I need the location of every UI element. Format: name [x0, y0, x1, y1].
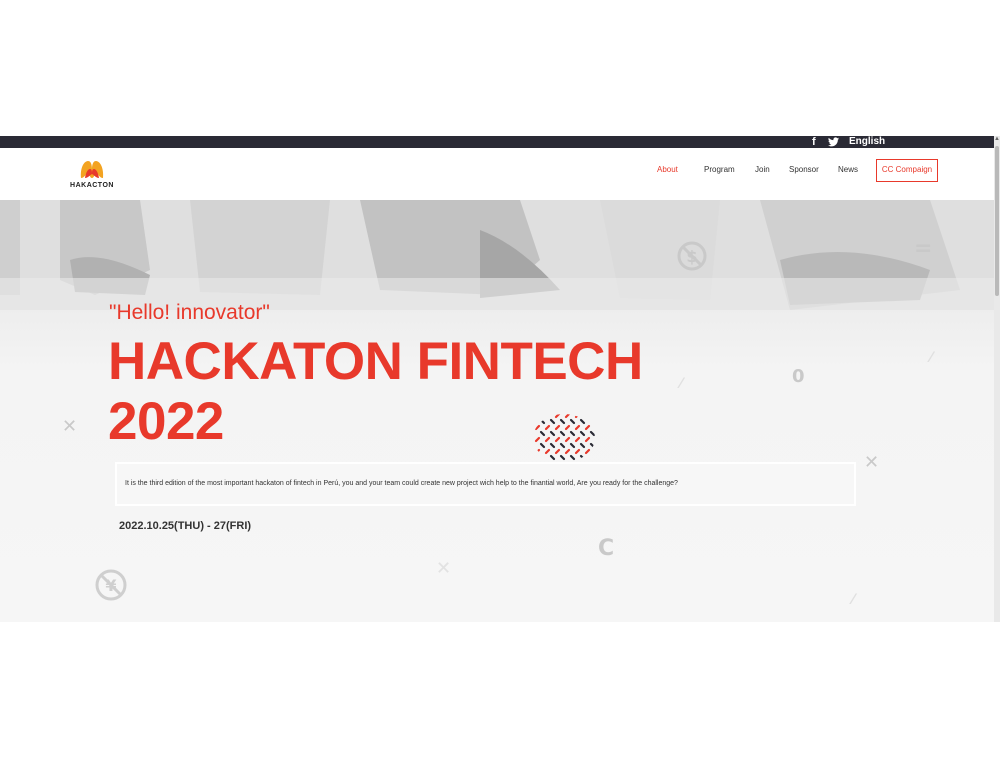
site-logo[interactable]: HAKACTON — [66, 158, 118, 196]
yen-coin-icon: ¥ — [95, 569, 127, 601]
language-selector[interactable]: English — [849, 136, 885, 148]
cc-campaign-button[interactable]: CC Compaign — [876, 159, 938, 182]
equals-decoration-icon: = — [914, 236, 933, 261]
scroll-up-icon[interactable]: ▲ — [994, 136, 1000, 142]
hero-title-line1: HACKATON FINTECH — [108, 332, 643, 391]
top-utility-bar: f English — [0, 136, 994, 148]
event-date: 2022.10.25(THU) - 27(FRI) — [119, 520, 252, 532]
zero-decoration-icon: 0 — [792, 366, 805, 387]
facebook-icon[interactable]: f — [812, 136, 816, 148]
nav-join[interactable]: Join — [755, 165, 770, 174]
dollar-coin-icon: $ — [677, 241, 707, 271]
hero-greeting: "Hello! innovator" — [109, 301, 270, 324]
description-box: It is the third edition of the most impo… — [115, 462, 856, 506]
twitter-icon[interactable] — [828, 136, 839, 148]
website-viewport: f English HAKACTON About Program Join Sp… — [0, 136, 994, 622]
slash-decoration-icon: ⁄ — [852, 592, 855, 608]
hero-section: $ ¥ = 0 C ✕ ✕ ✕ ⁄ ⁄ ⁄ "Hello! innovator"… — [0, 200, 994, 622]
description-text: It is the third edition of the most impo… — [125, 480, 678, 487]
x-decoration-icon: ✕ — [864, 452, 880, 473]
site-header: HAKACTON About Program Join Sponsor News… — [0, 148, 994, 200]
page-scrollbar[interactable]: ▲ — [994, 136, 1000, 622]
dotted-pattern-graphic — [534, 414, 595, 461]
slash-decoration-icon: ⁄ — [680, 376, 683, 392]
nav-sponsor[interactable]: Sponsor — [789, 165, 819, 174]
logo-mark-icon — [80, 161, 104, 178]
nav-program[interactable]: Program — [704, 165, 735, 174]
logo-text: HAKACTON — [70, 182, 114, 189]
x-decoration-icon: ✕ — [436, 558, 452, 579]
scrollbar-thumb[interactable] — [995, 146, 999, 296]
slash-decoration-icon: ⁄ — [930, 350, 933, 366]
nav-news[interactable]: News — [838, 165, 858, 174]
hero-background-photo — [0, 200, 994, 310]
x-decoration-icon: ✕ — [62, 416, 78, 437]
cent-decoration-icon: C — [598, 536, 615, 561]
nav-about[interactable]: About — [657, 165, 678, 174]
